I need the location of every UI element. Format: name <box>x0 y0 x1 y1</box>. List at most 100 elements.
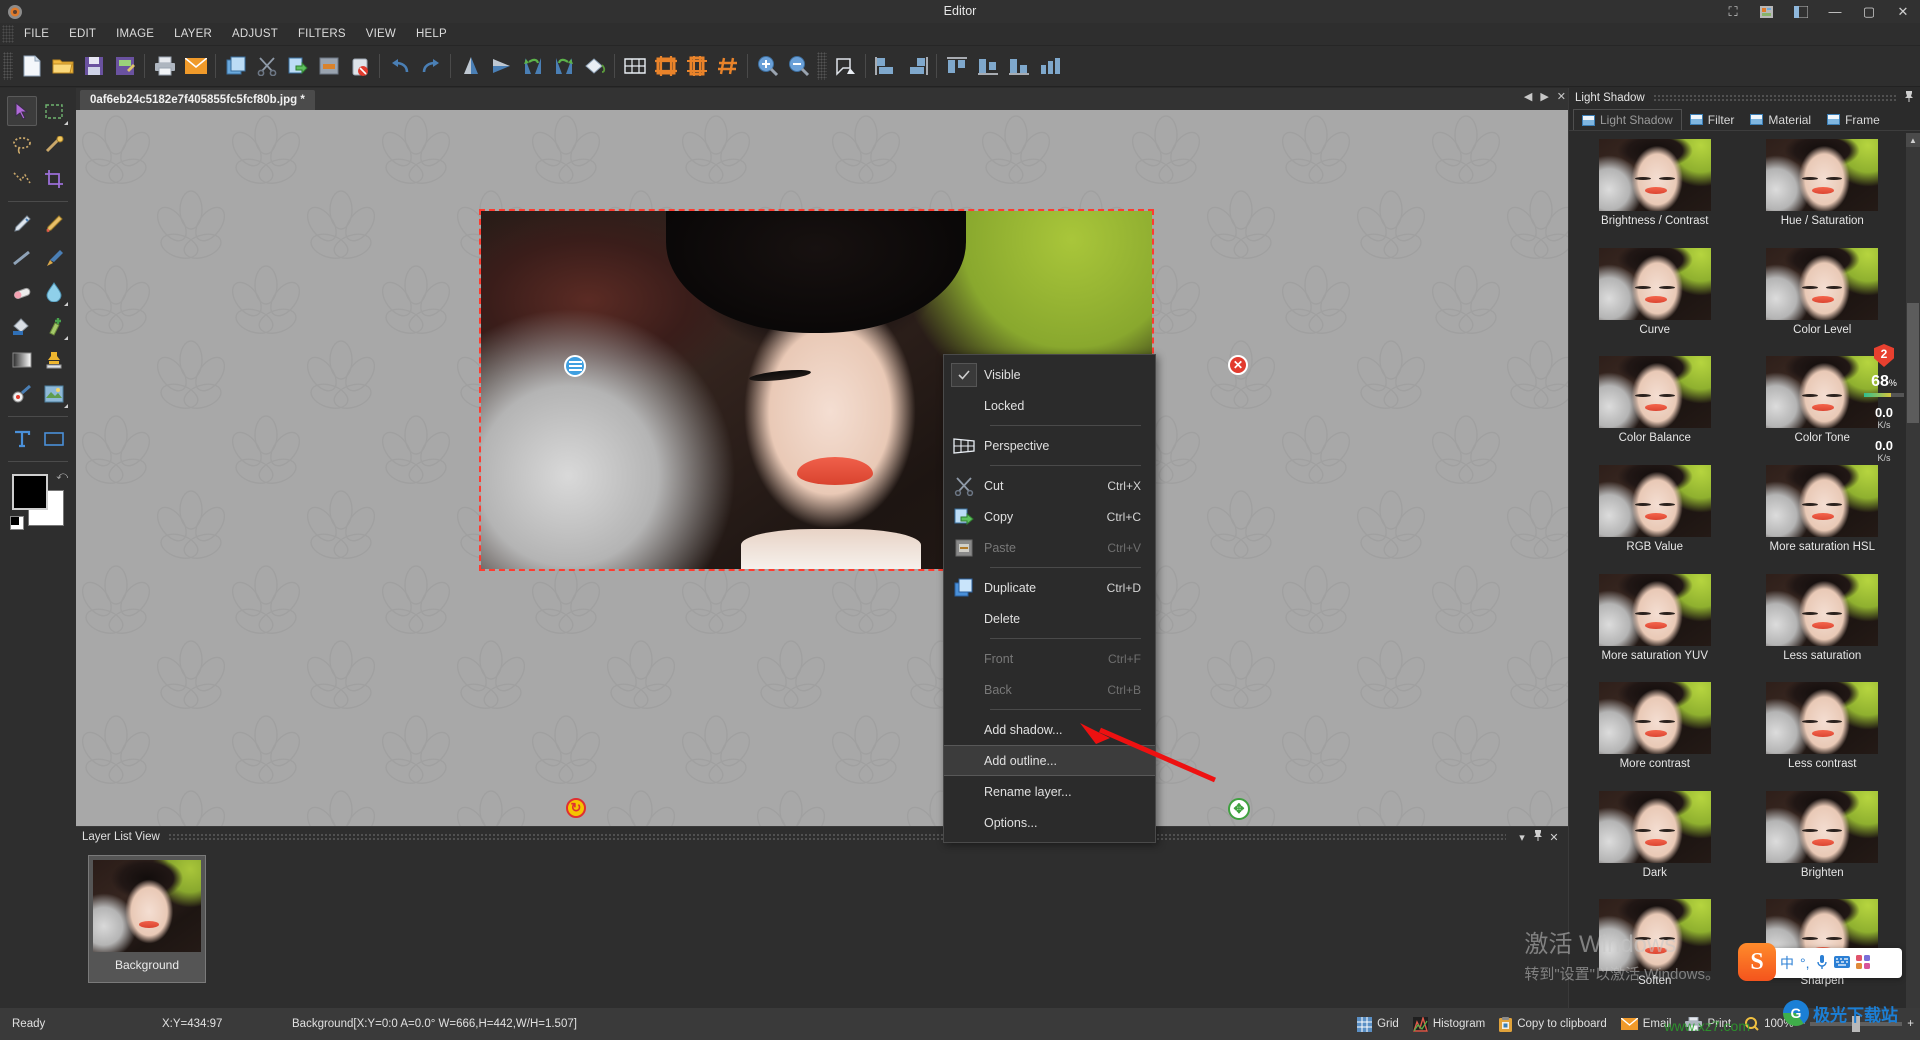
tab-material[interactable]: Material <box>1742 109 1819 130</box>
save-as-icon[interactable] <box>109 51 140 82</box>
account-icon[interactable] <box>1750 0 1784 23</box>
layer-item-background[interactable]: Background <box>88 855 206 983</box>
toolbar-grip-2[interactable] <box>817 52 827 80</box>
default-colors-swatch[interactable] <box>10 516 24 530</box>
gradient-icon[interactable] <box>7 345 37 375</box>
layer-panel-close-button[interactable]: ✕ <box>1546 831 1562 844</box>
document-tab[interactable]: 0af6eb24c5182e7f405855fc5fcf80b.jpg * <box>80 90 315 110</box>
security-badge[interactable]: 2 <box>1874 344 1894 367</box>
performance-widget[interactable]: 2 68% 0.0 K/s 0.0 K/s <box>1862 344 1906 463</box>
menu-layer[interactable]: LAYER <box>164 23 222 46</box>
close-button[interactable]: ✕ <box>1886 0 1920 23</box>
effect-item[interactable]: Color Balance <box>1575 356 1735 465</box>
rotate-right-icon[interactable] <box>548 51 579 82</box>
layer-panel-pin-icon[interactable] <box>1530 830 1546 844</box>
color-picker-icon[interactable] <box>7 379 37 409</box>
maximize-button[interactable]: ▢ <box>1852 0 1886 23</box>
perspective-grid-icon[interactable] <box>619 51 650 82</box>
pen-icon[interactable] <box>7 209 37 239</box>
flip-vertical-icon[interactable] <box>455 51 486 82</box>
tab-light-shadow[interactable]: Light Shadow <box>1573 109 1682 130</box>
ime-toolbar[interactable]: S 中 °, <box>1738 943 1902 981</box>
keyboard-icon[interactable] <box>1833 955 1850 971</box>
email-icon[interactable] <box>180 51 211 82</box>
zoom-in-icon[interactable] <box>752 51 783 82</box>
rect-select-icon[interactable] <box>39 96 69 126</box>
effect-item[interactable]: Curve <box>1575 247 1735 357</box>
pencil-icon[interactable] <box>39 209 69 239</box>
tool-flyout-corner[interactable] <box>64 404 68 408</box>
magic-wand-icon[interactable] <box>39 130 69 160</box>
text-tool-icon[interactable] <box>7 424 37 454</box>
ctx-item-visible[interactable]: Visible <box>944 359 1155 390</box>
microphone-icon[interactable] <box>1816 954 1828 973</box>
copy-layers-icon[interactable] <box>220 51 251 82</box>
ctx-item-options[interactable]: Options... <box>944 807 1155 838</box>
ctx-item-locked[interactable]: Locked <box>944 390 1155 421</box>
open-folder-icon[interactable] <box>47 51 78 82</box>
effects-panel-pin-icon[interactable] <box>1904 91 1914 105</box>
scroll-thumb[interactable] <box>1907 303 1919 423</box>
healing-icon[interactable] <box>39 311 69 341</box>
zoom-out-icon[interactable] <box>783 51 814 82</box>
redo-icon[interactable] <box>415 51 446 82</box>
tab-frame[interactable]: Frame <box>1819 109 1888 130</box>
flip-horizontal-icon[interactable] <box>486 51 517 82</box>
swap-colors-icon[interactable]: ⤺ <box>56 470 68 483</box>
delete-icon[interactable] <box>344 51 375 82</box>
scroll-up-button[interactable]: ▲ <box>1906 133 1920 147</box>
sogou-logo-icon[interactable]: S <box>1738 943 1776 981</box>
undo-icon[interactable] <box>384 51 415 82</box>
tab-close-button[interactable]: ✕ <box>1557 90 1566 103</box>
apps-icon[interactable] <box>1855 954 1870 972</box>
tool-flyout-corner[interactable] <box>64 336 68 340</box>
effect-item[interactable]: Less contrast <box>1743 682 1903 791</box>
status-grid-button[interactable]: Grid <box>1357 1016 1399 1032</box>
tab-prev-button[interactable]: ◀ <box>1524 90 1532 103</box>
paste-icon[interactable] <box>282 51 313 82</box>
minimize-button[interactable]: — <box>1818 0 1852 23</box>
status-copy-clipboard-button[interactable]: Copy to clipboard <box>1499 1016 1607 1032</box>
cut-scissors-icon[interactable] <box>251 51 282 82</box>
effect-item[interactable]: More saturation YUV <box>1575 573 1735 683</box>
lasso-icon[interactable] <box>7 130 37 160</box>
menu-image[interactable]: IMAGE <box>106 23 164 46</box>
effect-item[interactable]: Soften <box>1575 899 1735 1008</box>
ctx-item-delete[interactable]: Delete <box>944 603 1155 634</box>
menu-help[interactable]: HELP <box>406 23 457 46</box>
tool-flyout-corner[interactable] <box>64 121 68 125</box>
blur-drop-icon[interactable] <box>39 277 69 307</box>
frame-orange-icon[interactable] <box>650 51 681 82</box>
shape-select-icon[interactable] <box>830 51 861 82</box>
save-icon[interactable] <box>78 51 109 82</box>
color-swatches[interactable]: ⤺ <box>10 470 68 530</box>
align-bottom-icon[interactable] <box>1003 51 1034 82</box>
effect-item[interactable]: Dark <box>1575 790 1735 900</box>
align-top-icon[interactable] <box>941 51 972 82</box>
layer-close-handle[interactable]: ✕ <box>1228 355 1248 375</box>
effect-item[interactable]: Hue / Saturation <box>1743 139 1903 248</box>
zoom-in-button[interactable]: + <box>1907 1018 1914 1030</box>
layer-rotate-handle[interactable]: ↻ <box>566 798 586 818</box>
menu-filters[interactable]: FILTERS <box>288 23 356 46</box>
effect-item[interactable]: Color Level <box>1743 247 1903 357</box>
effects-icon[interactable] <box>39 379 69 409</box>
effects-scrollbar[interactable]: ▲ <box>1906 133 1920 1008</box>
paintbrush-icon[interactable] <box>39 243 69 273</box>
line-icon[interactable] <box>7 243 37 273</box>
menu-adjust[interactable]: ADJUST <box>222 23 288 46</box>
menu-edit[interactable]: EDIT <box>59 23 106 46</box>
distribute-icon[interactable] <box>1034 51 1065 82</box>
menu-view[interactable]: VIEW <box>356 23 406 46</box>
canvas-area[interactable]: ✕ ↻ ✥ Picosmos <box>76 110 1568 848</box>
fill-bucket-icon[interactable] <box>579 51 610 82</box>
align-middle-icon[interactable] <box>972 51 1003 82</box>
status-histogram-button[interactable]: Histogram <box>1412 1016 1485 1032</box>
eraser-icon[interactable] <box>7 277 37 307</box>
tool-flyout-corner[interactable] <box>64 302 68 306</box>
ime-language-button[interactable]: 中 <box>1780 953 1794 973</box>
align-right-icon[interactable] <box>901 51 932 82</box>
effect-item[interactable]: More contrast <box>1575 682 1735 791</box>
crop-tool-icon[interactable] <box>39 164 69 194</box>
shape-rect-icon[interactable] <box>39 424 69 454</box>
